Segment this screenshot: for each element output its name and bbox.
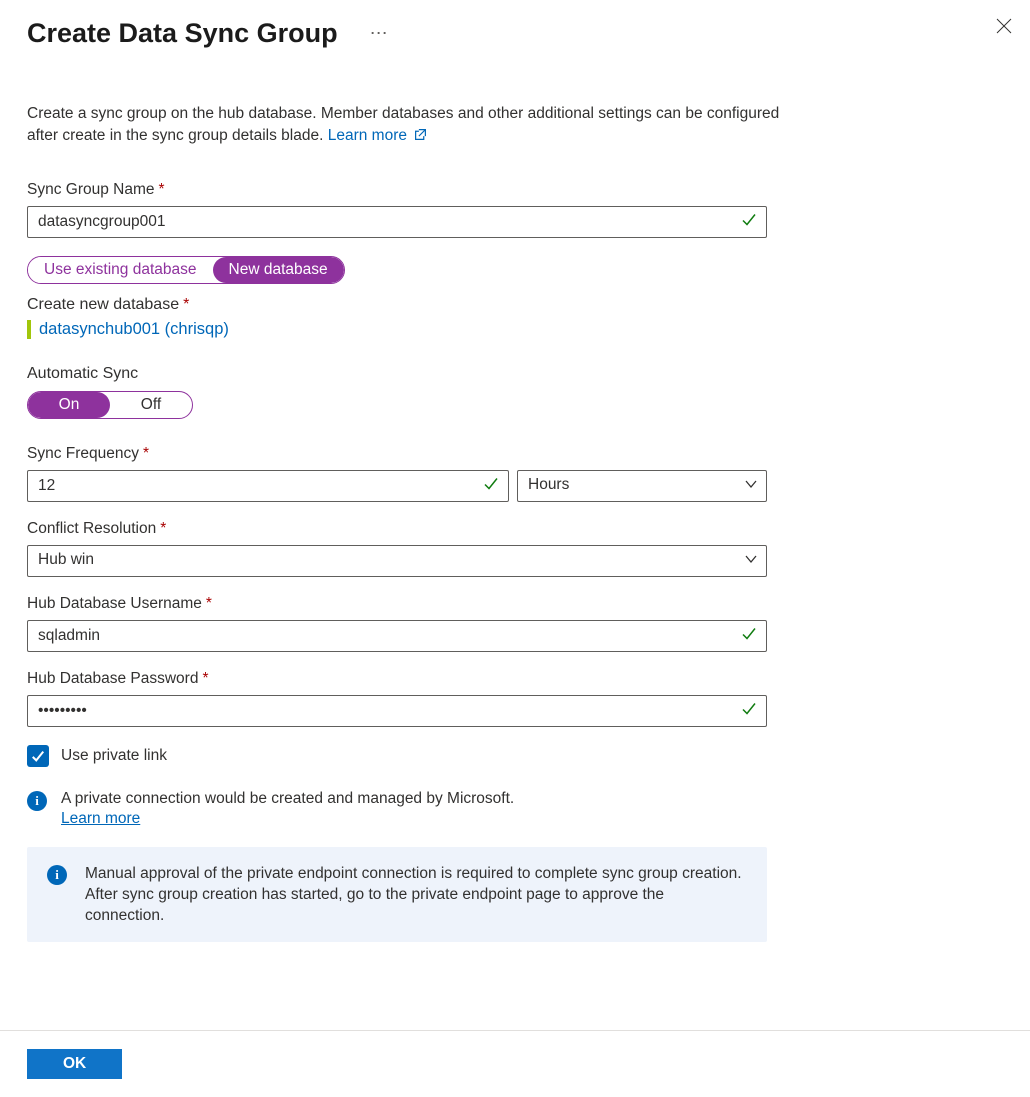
create-new-database-label-text: Create new database: [27, 296, 179, 313]
ok-button[interactable]: OK: [27, 1049, 122, 1079]
sync-frequency-label: Sync Frequency*: [27, 445, 767, 463]
close-icon[interactable]: [996, 18, 1012, 39]
sync-frequency-label-text: Sync Frequency: [27, 445, 139, 462]
private-link-learn-more-link[interactable]: Learn more: [61, 810, 140, 827]
sync-frequency-unit-select[interactable]: Hours: [517, 470, 767, 502]
learn-more-label: Learn more: [328, 127, 407, 144]
conflict-resolution-label: Conflict Resolution*: [27, 520, 767, 538]
automatic-sync-toggle[interactable]: On Off: [27, 391, 193, 419]
check-icon: [741, 626, 757, 647]
check-icon: [741, 701, 757, 722]
info-icon: i: [47, 865, 67, 885]
hub-password-input[interactable]: [27, 695, 767, 727]
chevron-down-icon: [745, 552, 757, 570]
new-database-option[interactable]: New database: [213, 257, 344, 283]
sync-group-name-label: Sync Group Name*: [27, 181, 767, 199]
create-new-database-label: Create new database*: [27, 296, 1003, 314]
automatic-sync-on[interactable]: On: [28, 392, 110, 418]
sync-group-name-label-text: Sync Group Name: [27, 181, 155, 198]
private-link-info-text: A private connection would be created an…: [61, 790, 514, 807]
check-icon: [483, 476, 499, 497]
required-asterisk: *: [159, 181, 165, 198]
hub-username-label-text: Hub Database Username: [27, 595, 202, 612]
required-asterisk: *: [202, 670, 208, 687]
use-private-link-checkbox[interactable]: [27, 745, 49, 767]
automatic-sync-off[interactable]: Off: [110, 392, 192, 418]
chevron-down-icon: [745, 477, 757, 495]
new-database-link[interactable]: datasynchub001 (chrisqp): [39, 320, 229, 338]
intro-text: Create a sync group on the hub database.…: [27, 103, 787, 147]
conflict-resolution-label-text: Conflict Resolution: [27, 520, 156, 537]
hub-username-input[interactable]: [27, 620, 767, 652]
approval-info-text: Manual approval of the private endpoint …: [85, 863, 747, 926]
database-mode-toggle[interactable]: Use existing database New database: [27, 256, 345, 284]
automatic-sync-label: Automatic Sync: [27, 365, 1003, 383]
hub-password-label-text: Hub Database Password: [27, 670, 198, 687]
info-icon: i: [27, 791, 47, 811]
hub-password-label: Hub Database Password*: [27, 670, 767, 688]
page-title: Create Data Sync Group: [27, 18, 338, 49]
required-asterisk: *: [206, 595, 212, 612]
required-asterisk: *: [160, 520, 166, 537]
use-private-link-label: Use private link: [61, 747, 167, 765]
required-asterisk: *: [143, 445, 149, 462]
sync-group-name-input[interactable]: [27, 206, 767, 238]
learn-more-link[interactable]: Learn more: [328, 127, 428, 144]
more-menu-icon[interactable]: ⋯: [370, 23, 389, 44]
sync-frequency-input[interactable]: [27, 470, 509, 502]
approval-info-box: i Manual approval of the private endpoin…: [27, 847, 767, 942]
check-icon: [741, 212, 757, 233]
conflict-resolution-select[interactable]: Hub win: [27, 545, 767, 577]
required-asterisk: *: [183, 296, 189, 313]
hub-username-label: Hub Database Username*: [27, 595, 767, 613]
use-existing-database-option[interactable]: Use existing database: [28, 257, 213, 283]
